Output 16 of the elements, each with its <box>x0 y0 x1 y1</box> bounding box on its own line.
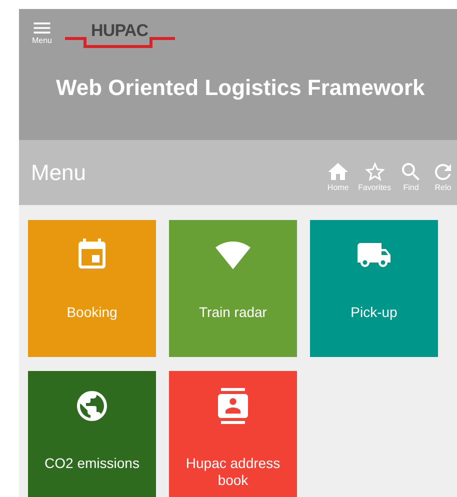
toolbar-button[interactable]: Home <box>326 160 350 192</box>
menu-tile[interactable]: Train radar <box>169 220 297 357</box>
menu-title: Menu <box>31 159 88 187</box>
logo-text: HUPAC <box>91 20 148 42</box>
menu-tile[interactable]: Hupac address book <box>169 371 297 497</box>
toolbar-button[interactable]: Relo <box>431 160 455 192</box>
star-icon <box>362 160 387 184</box>
app-title: Web Oriented Logistics Framework <box>56 74 426 102</box>
menu-tile[interactable]: Booking <box>28 220 156 357</box>
menu-button[interactable]: Menu <box>28 17 56 45</box>
menu-tile[interactable]: CO2 emissions <box>28 371 156 497</box>
globe-icon <box>74 388 110 424</box>
contact-book-icon <box>215 388 251 424</box>
toolbar-button[interactable]: Favorites <box>358 160 391 192</box>
toolbar-button[interactable]: Find <box>399 160 423 192</box>
menu-tile[interactable]: Pick-up <box>310 220 438 357</box>
